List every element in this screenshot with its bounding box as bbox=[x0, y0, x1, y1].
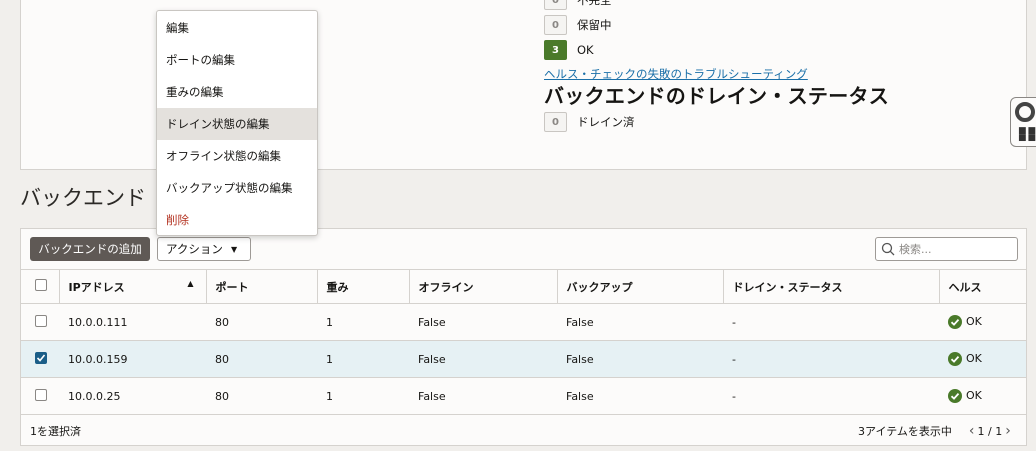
check-circle-icon bbox=[948, 315, 962, 329]
ip-cell: 10.0.0.159 bbox=[59, 340, 206, 378]
weight-cell: 1 bbox=[317, 340, 409, 378]
section-title: バックエンド bbox=[20, 186, 146, 210]
select-all-checkbox[interactable] bbox=[35, 279, 47, 291]
column-header-drain: ドレイン・ステータス bbox=[722, 269, 939, 304]
caret-down-icon: ▼ bbox=[230, 244, 238, 254]
menu-item-edit-port[interactable]: ポートの編集 bbox=[157, 44, 317, 76]
drain-cell: - bbox=[723, 340, 939, 378]
check-circle-icon bbox=[948, 352, 962, 366]
add-backend-button[interactable]: バックエンドの追加 bbox=[30, 237, 150, 261]
health-label: OK bbox=[966, 315, 982, 328]
actions-label: アクション bbox=[166, 242, 223, 256]
health-cell: OK bbox=[939, 340, 1026, 378]
page-indicator: 1 / 1 bbox=[977, 424, 1003, 438]
pagination: 3アイテムを表示中 ‹ 1 / 1 › bbox=[858, 423, 1014, 439]
menu-item-edit[interactable]: 編集 bbox=[157, 12, 317, 44]
drain-cell: - bbox=[723, 303, 939, 341]
port-cell: 80 bbox=[206, 303, 317, 341]
backends-table: IPアドレス ▲ ポート 重み オフライン バックアップ ドレイン・ステータス … bbox=[21, 269, 1026, 415]
column-header-backup: バックアップ bbox=[556, 269, 723, 304]
drain-label: ドレイン済 bbox=[577, 115, 635, 129]
column-header-health: ヘルス bbox=[938, 269, 1026, 304]
port-cell: 80 bbox=[206, 377, 317, 415]
port-cell: 80 bbox=[206, 340, 317, 378]
menu-item-edit-weight[interactable]: 重みの編集 bbox=[157, 76, 317, 108]
backends-table-panel: バックエンドの追加 アクション ▼ IPアドレス ▲ ポート bbox=[20, 228, 1027, 446]
menu-item-delete[interactable]: 削除 bbox=[157, 204, 317, 236]
drain-row: 0 ドレイン済 bbox=[544, 112, 635, 132]
health-label: OK bbox=[966, 352, 982, 365]
count-badge: 3 bbox=[544, 40, 567, 60]
column-header-offline: オフライン bbox=[408, 269, 557, 304]
help-widget[interactable]: ■■■■■■ bbox=[1010, 97, 1036, 147]
menu-item-edit-backup[interactable]: バックアップ状態の編集 bbox=[157, 172, 317, 204]
selected-count: 1を選択済 bbox=[30, 425, 81, 438]
health-row-incomplete: 0 不完全 bbox=[544, 0, 612, 10]
health-row-ok: 3 OK bbox=[544, 40, 594, 60]
backup-cell: False bbox=[557, 303, 723, 341]
backup-cell: False bbox=[557, 377, 723, 415]
lifebuoy-icon bbox=[1015, 102, 1035, 122]
next-page-icon[interactable]: › bbox=[1002, 423, 1014, 439]
health-label: 不完全 bbox=[577, 0, 612, 7]
health-cell: OK bbox=[939, 377, 1026, 415]
select-all-cell bbox=[21, 269, 59, 304]
row-checkbox[interactable] bbox=[35, 352, 47, 364]
sort-ascending-icon: ▲ bbox=[187, 278, 194, 288]
backup-cell: False bbox=[557, 340, 723, 378]
actions-menu: 編集 ポートの編集 重みの編集 ドレイン状態の編集 オフライン状態の編集 バック… bbox=[156, 10, 318, 236]
offline-cell: False bbox=[409, 340, 557, 378]
health-label: OK bbox=[577, 43, 594, 57]
header-label: IPアドレス bbox=[68, 280, 125, 294]
column-header-port: ポート bbox=[205, 269, 317, 304]
ip-cell: 10.0.0.25 bbox=[59, 377, 206, 415]
search-box[interactable] bbox=[875, 237, 1018, 261]
health-label: 保留中 bbox=[577, 18, 612, 32]
table-row[interactable]: 10.0.0.159 80 1 False False - OK bbox=[21, 340, 1026, 378]
table-row[interactable]: 10.0.0.111 80 1 False False - OK bbox=[21, 303, 1026, 341]
prev-page-icon[interactable]: ‹ bbox=[966, 423, 978, 439]
drain-cell: - bbox=[723, 377, 939, 415]
search-input[interactable] bbox=[899, 242, 1009, 256]
ip-cell: 10.0.0.111 bbox=[59, 303, 206, 341]
menu-item-edit-offline[interactable]: オフライン状態の編集 bbox=[157, 140, 317, 172]
search-icon bbox=[881, 242, 895, 256]
health-row-pending: 0 保留中 bbox=[544, 15, 612, 35]
weight-cell: 1 bbox=[317, 303, 409, 341]
menu-item-edit-drain[interactable]: ドレイン状態の編集 bbox=[157, 108, 317, 140]
pager: ‹ 1 / 1 › bbox=[966, 423, 1014, 439]
offline-cell: False bbox=[409, 377, 557, 415]
drain-status-title: バックエンドのドレイン・ステータス bbox=[544, 84, 890, 108]
column-header-ip[interactable]: IPアドレス ▲ bbox=[58, 269, 206, 304]
count-badge: 0 bbox=[544, 15, 567, 35]
offline-cell: False bbox=[409, 303, 557, 341]
health-label: OK bbox=[966, 389, 982, 402]
health-cell: OK bbox=[939, 303, 1026, 341]
grid-icon: ■■■■■■ bbox=[1018, 126, 1036, 143]
row-checkbox[interactable] bbox=[35, 314, 47, 327]
checkmark-icon bbox=[36, 354, 46, 362]
weight-cell: 1 bbox=[317, 377, 409, 415]
count-badge: 0 bbox=[544, 112, 567, 132]
actions-dropdown-button[interactable]: アクション ▼ bbox=[157, 237, 251, 261]
row-checkbox[interactable] bbox=[35, 388, 47, 401]
items-count: 3アイテムを表示中 bbox=[858, 425, 952, 438]
count-badge: 0 bbox=[544, 0, 567, 10]
table-header-row: IPアドレス ▲ ポート 重み オフライン バックアップ ドレイン・ステータス … bbox=[21, 269, 1026, 304]
table-row[interactable]: 10.0.0.25 80 1 False False - OK bbox=[21, 377, 1026, 415]
check-circle-icon bbox=[948, 389, 962, 403]
column-header-weight: 重み bbox=[316, 269, 409, 304]
